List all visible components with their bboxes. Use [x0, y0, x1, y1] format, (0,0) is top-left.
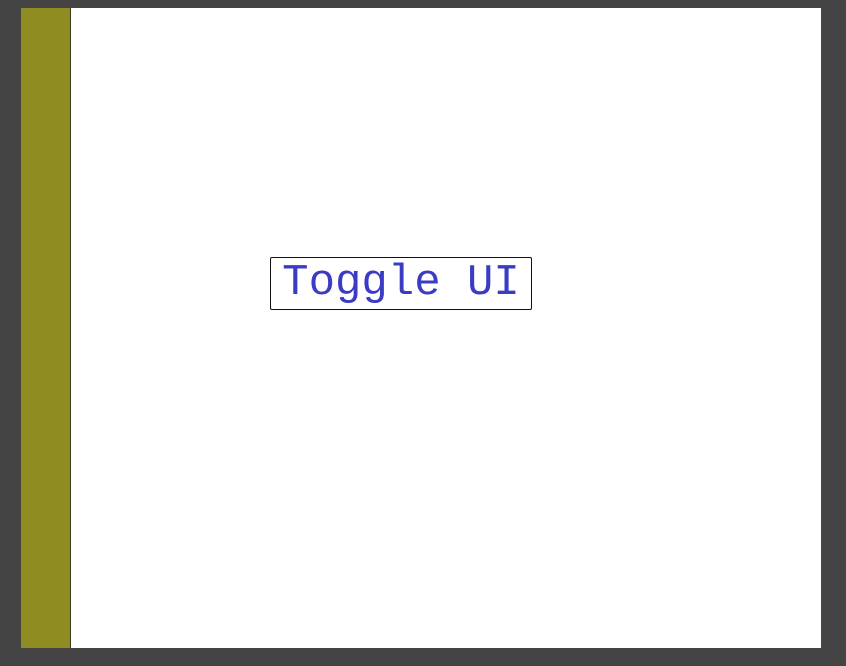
toggle-ui-button[interactable]: Toggle UI	[270, 257, 532, 310]
app-canvas: Toggle UI	[21, 8, 821, 648]
side-panel-bar	[21, 8, 71, 648]
